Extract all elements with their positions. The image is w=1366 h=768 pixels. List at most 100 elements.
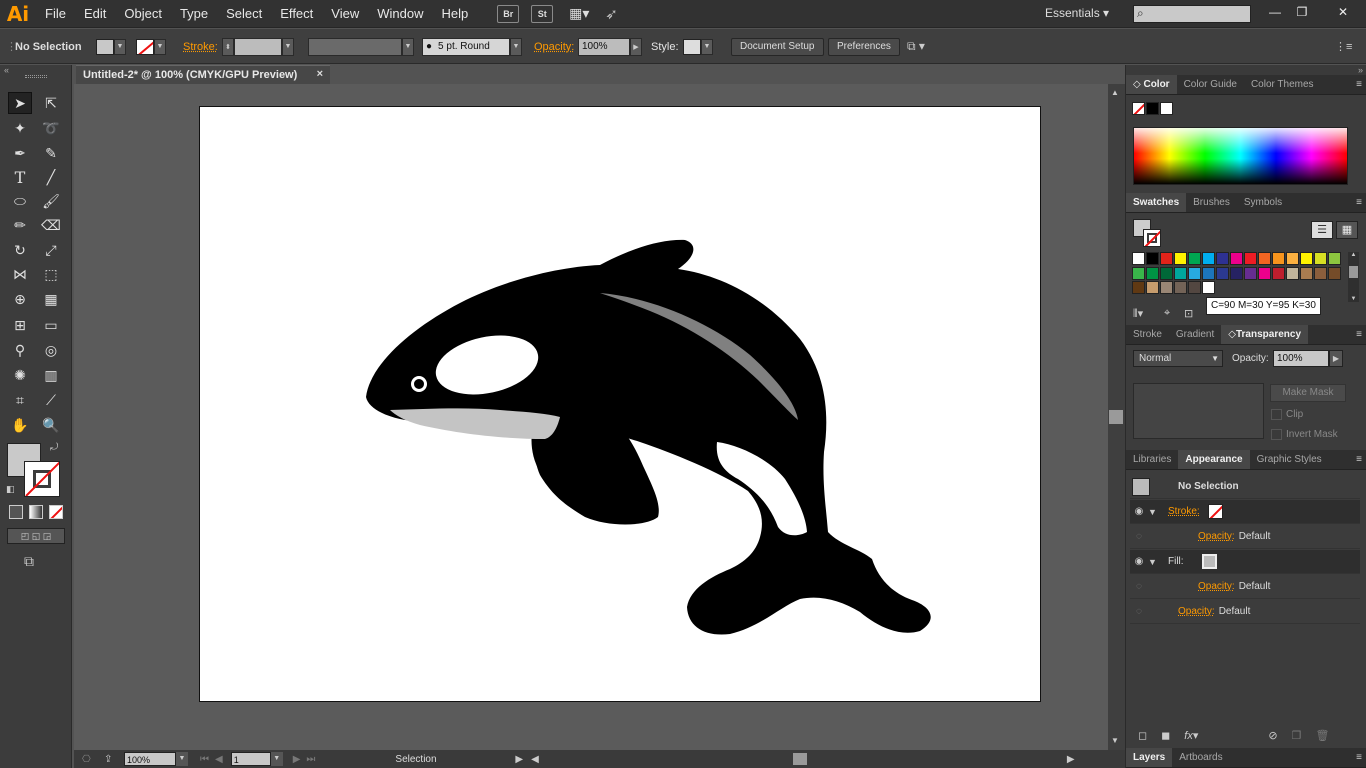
menu-window[interactable]: Window [368, 0, 432, 28]
default-colors-icon[interactable]: ◧ [6, 484, 15, 495]
swatch-chip[interactable] [1160, 281, 1173, 295]
swatch-kinds-icon[interactable]: ⌖ [1164, 307, 1170, 320]
stroke-opacity-eye-icon[interactable]: ◌ [1130, 531, 1148, 542]
swatch-chip[interactable] [1258, 266, 1271, 280]
delete-item-icon[interactable]: 🗑 [1315, 729, 1329, 742]
swatch-chip[interactable] [1160, 266, 1173, 280]
preferences-button[interactable]: Preferences [828, 37, 900, 56]
tab-graphic-styles[interactable]: Graphic Styles [1250, 450, 1329, 469]
stroke-weight-field[interactable]: ⬍ ▼ [222, 29, 294, 64]
zoom-field[interactable]: 100% [124, 752, 176, 766]
horizontal-scroll-thumb[interactable] [792, 753, 807, 765]
swap-colors-icon[interactable]: ⤾ [50, 442, 58, 453]
swatch-chip[interactable] [1314, 252, 1327, 265]
bridge-button[interactable]: Br [497, 4, 520, 23]
swatch-chip[interactable] [1174, 266, 1187, 280]
tab-transparency[interactable]: ◇Transparency [1221, 325, 1309, 344]
control-menu-icon[interactable]: ⋮≡ [1335, 29, 1352, 64]
style-swatch-dropdown[interactable]: ▼ [683, 29, 713, 64]
tab-color-themes[interactable]: Color Themes [1244, 75, 1321, 94]
layers-panel-menu-icon[interactable]: ≡ [1356, 752, 1362, 763]
black-color-chip[interactable] [1146, 102, 1159, 115]
gpu-rocket-icon[interactable]: ➶ [605, 5, 618, 23]
vertical-scrollbar[interactable]: ▲ ▼ [1108, 84, 1125, 750]
color-spectrum[interactable] [1133, 127, 1348, 185]
menu-type[interactable]: Type [171, 0, 217, 28]
arrange-documents-icon[interactable]: ▦▾ [565, 5, 593, 23]
tab-artboards[interactable]: Artboards [1172, 748, 1229, 767]
screen-mode-icon[interactable]: ⧉ [24, 553, 34, 570]
fill-expand-icon[interactable]: ▼ [1148, 557, 1162, 567]
clear-appearance-icon[interactable]: ⊘ [1268, 729, 1277, 742]
swatch-chip[interactable] [1188, 281, 1201, 295]
swatch-chip[interactable] [1244, 252, 1257, 265]
swatch-scrollbar[interactable]: ▲ ▼ [1348, 252, 1359, 302]
free-transform-tool-icon[interactable]: ⬚ [39, 263, 63, 285]
minimize-button[interactable]: — [1262, 4, 1288, 20]
tab-layers[interactable]: Layers [1126, 748, 1173, 767]
magic-wand-tool-icon[interactable]: ✦ [8, 117, 32, 139]
prev-artboard-icon[interactable]: ◀ [215, 754, 223, 765]
appearance-fill-opacity-row[interactable]: ◌ Opacity: Default [1130, 575, 1360, 599]
zoom-dropdown-icon[interactable]: ▼ [176, 752, 188, 766]
blend-tool-icon[interactable]: ◎ [39, 339, 63, 361]
close-button[interactable]: ✕ [1330, 4, 1356, 20]
swatch-chip[interactable] [1328, 266, 1341, 280]
swatches-panel-menu-icon[interactable]: ≡ [1356, 197, 1362, 208]
fill-visibility-eye-icon[interactable]: ◉ [1130, 556, 1148, 567]
swatch-chip[interactable] [1244, 266, 1257, 280]
slice-tool-icon[interactable]: ⟋ [39, 389, 63, 411]
tab-brushes[interactable]: Brushes [1186, 193, 1237, 212]
perspective-grid-tool-icon[interactable]: ▦ [39, 288, 63, 310]
swatch-chip[interactable] [1286, 266, 1299, 280]
scroll-up-icon[interactable]: ▲ [1111, 88, 1119, 97]
document-setup-button[interactable]: Document Setup [731, 37, 824, 56]
paintbrush-tool-icon[interactable]: 🖌 [39, 190, 63, 212]
appearance-fill-label[interactable]: Fill: [1168, 556, 1184, 567]
artboard[interactable] [199, 106, 1041, 702]
line-segment-tool-icon[interactable]: ╱ [39, 166, 63, 188]
type-tool-icon[interactable]: T [8, 166, 32, 188]
list-view-icon[interactable]: ☰ [1311, 221, 1333, 239]
direct-selection-tool-icon[interactable]: ⇱ [39, 92, 63, 114]
tab-swatches[interactable]: Swatches [1126, 193, 1187, 212]
brush-definition-dropdown[interactable]: ● 5 pt. Round ▼ [422, 29, 522, 64]
swatch-libraries-icon[interactable]: ⫴▾ [1133, 307, 1143, 321]
color-panel-menu-icon[interactable]: ≡ [1356, 79, 1362, 90]
clip-checkbox[interactable] [1271, 409, 1282, 420]
menu-object[interactable]: Object [115, 0, 171, 28]
swatch-chip[interactable] [1132, 252, 1145, 265]
swatches-fill-stroke[interactable] [1133, 219, 1163, 249]
gradient-tool-icon[interactable]: ▭ [39, 314, 63, 336]
lasso-tool-icon[interactable]: ➰ [39, 117, 63, 139]
opacity-label[interactable]: Opacity: [534, 29, 574, 64]
opacity-field[interactable]: 100% ▶ [578, 29, 642, 64]
swatch-chip[interactable] [1314, 266, 1327, 280]
scale-tool-icon[interactable]: ⤢ [39, 239, 63, 261]
tab-symbols[interactable]: Symbols [1237, 193, 1289, 212]
menu-help[interactable]: Help [432, 0, 477, 28]
tab-stroke[interactable]: Stroke [1126, 325, 1169, 344]
curvature-tool-icon[interactable]: ✎ [39, 142, 63, 164]
stroke-visibility-eye-icon[interactable]: ◉ [1130, 506, 1148, 517]
zoom-tool-icon[interactable]: 🔍 [39, 414, 63, 436]
tab-libraries[interactable]: Libraries [1126, 450, 1178, 469]
width-tool-icon[interactable]: ⋈ [8, 263, 32, 285]
last-artboard-icon[interactable]: ⏭ [306, 754, 315, 765]
close-document-icon[interactable]: × [317, 68, 323, 80]
add-new-fill-icon[interactable]: ◼ [1161, 729, 1170, 742]
appearance-object-opacity-row[interactable]: ◌ Opacity: Default [1130, 600, 1360, 624]
swatch-chip[interactable] [1146, 281, 1159, 295]
symbol-sprayer-tool-icon[interactable]: ✺ [8, 364, 32, 386]
fill-opacity-eye-icon[interactable]: ◌ [1130, 581, 1148, 592]
pencil-tool-icon[interactable]: ✏ [8, 214, 32, 236]
orca-artwork[interactable] [200, 107, 1042, 703]
add-new-effect-icon[interactable]: fx▾ [1184, 729, 1198, 742]
swatch-chip[interactable] [1300, 266, 1313, 280]
swatch-chip[interactable] [1188, 266, 1201, 280]
duplicate-item-icon[interactable]: ❐ [1292, 729, 1302, 742]
swatch-chip[interactable] [1216, 252, 1229, 265]
fill-opacity-label[interactable]: Opacity: [1198, 581, 1235, 592]
swatch-chip[interactable] [1188, 252, 1201, 265]
swatch-chip[interactable] [1132, 266, 1145, 280]
